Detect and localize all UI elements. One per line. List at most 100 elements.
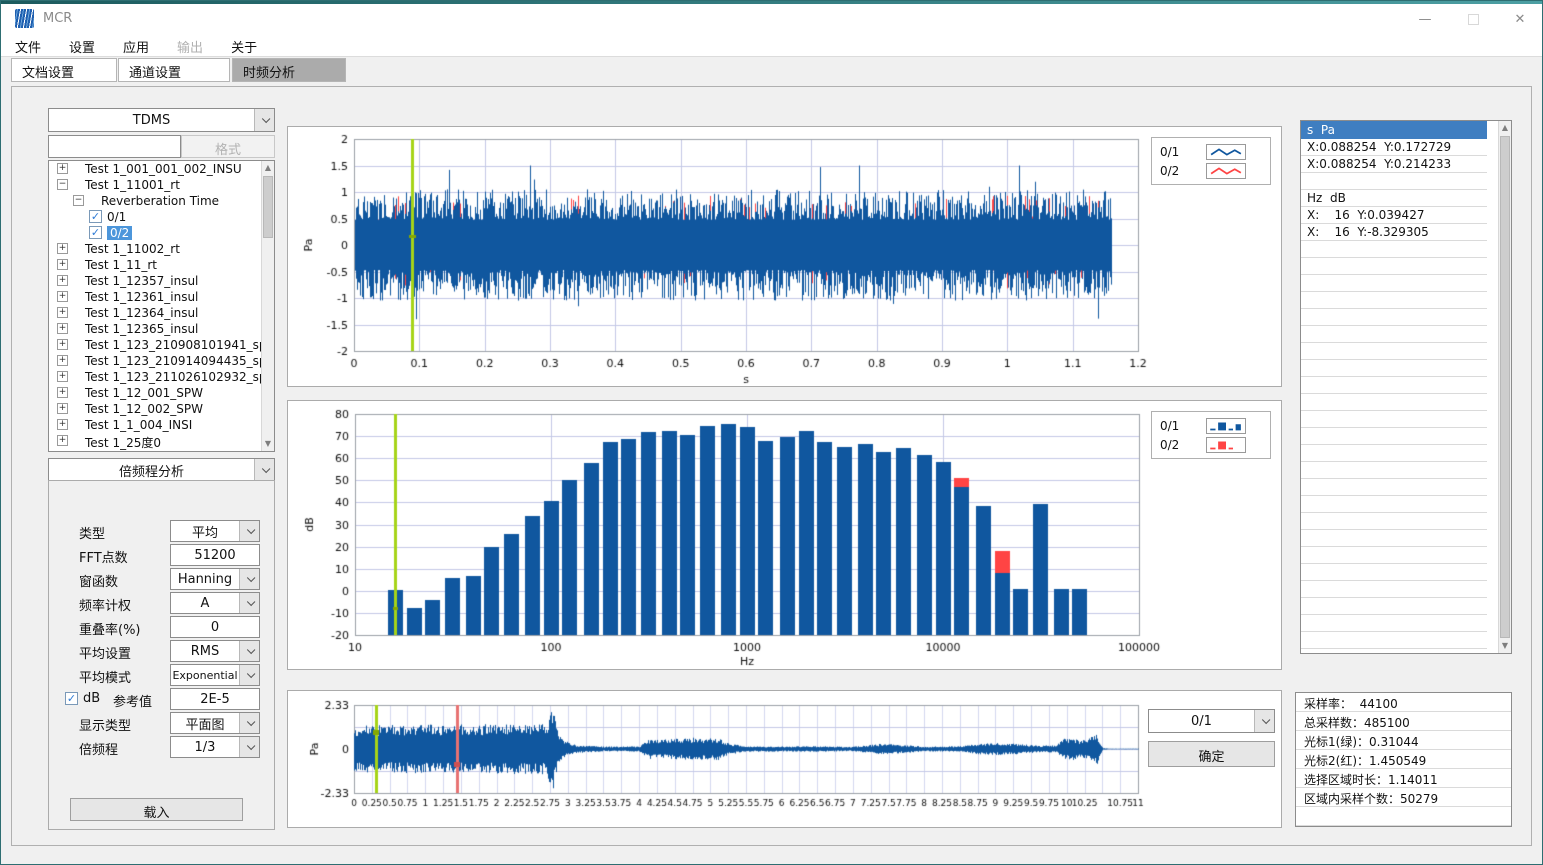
tab-3[interactable]: 时频分析 — [232, 58, 346, 82]
channel-checkbox[interactable]: ✓ — [89, 226, 102, 239]
tree-item-label[interactable]: Test 1_12364_insul — [85, 306, 198, 320]
menu-item-3[interactable]: 应用 — [109, 34, 163, 59]
form-combo-6[interactable]: RMS — [170, 640, 260, 662]
legend-row[interactable]: 0/2 — [1160, 161, 1262, 180]
menu-item-5[interactable]: 关于 — [217, 34, 271, 59]
tree-item-label[interactable]: Test 1_25度0 — [85, 434, 161, 451]
tree-item-label[interactable]: Test 1_1_004_INSI — [85, 418, 192, 432]
tree-item-label[interactable]: 0/2 — [107, 226, 132, 240]
tree-item-label[interactable]: Test 1_11002_rt — [85, 242, 180, 256]
tree-item[interactable]: + Test 1_11_rt — [49, 257, 274, 273]
tree-item-label[interactable]: Test 1_12361_insul — [85, 290, 198, 304]
expand-icon[interactable]: + — [57, 275, 68, 286]
octave-spectrum-plot[interactable] — [288, 401, 1281, 669]
file-format-combo[interactable]: TDMS — [48, 108, 275, 132]
form-combo-4[interactable]: A — [170, 592, 260, 614]
confirm-button[interactable]: 确定 — [1148, 741, 1275, 767]
tree-item-label[interactable]: 0/1 — [107, 210, 126, 224]
tree-item[interactable]: + Test 1_12_002_SPW — [49, 401, 274, 417]
channel-checkbox[interactable]: ✓ — [89, 210, 102, 223]
tree-scrollbar[interactable]: ▲ ▼ — [261, 161, 274, 451]
tree-item-label[interactable]: Test 1_12_002_SPW — [85, 402, 203, 416]
tree-item[interactable]: + Test 1_12357_insul — [49, 273, 274, 289]
title-bar[interactable]: MCR — ✕ — [1, 4, 1542, 34]
scroll-up-icon[interactable]: ▲ — [262, 161, 274, 175]
menu-item-2[interactable]: 设置 — [55, 34, 109, 59]
scroll-up-icon[interactable]: ▲ — [1499, 121, 1511, 135]
expand-icon[interactable]: + — [57, 419, 68, 430]
collapse-icon[interactable]: − — [73, 195, 84, 206]
tree-item-label[interactable]: Test 1_001_001_002_INSU — [85, 162, 242, 176]
legend-row[interactable]: 0/1 — [1160, 142, 1262, 161]
tree-item[interactable]: + Test 1_001_001_002_INSU — [49, 161, 274, 177]
maximize-button[interactable] — [1456, 6, 1490, 34]
tree-item[interactable]: − Reverberation Time — [49, 193, 274, 209]
tree-item[interactable]: ✓ 0/2 — [49, 225, 274, 241]
tree-item[interactable]: + Test 1_1_004_INSI — [49, 417, 274, 433]
tree-item-label[interactable]: Reverberation Time — [101, 194, 219, 208]
expand-icon[interactable]: + — [57, 323, 68, 334]
form-input-5[interactable] — [170, 616, 260, 638]
readout-scrollbar[interactable]: ▲ ▼ — [1498, 121, 1511, 653]
tree-item-label[interactable]: Test 1_12365_insul — [85, 322, 198, 336]
form-combo-7[interactable]: Exponential — [170, 664, 260, 686]
minimize-button[interactable]: — — [1408, 6, 1442, 34]
menu-item-1[interactable]: 文件 — [1, 34, 55, 59]
tree-item[interactable]: + Test 1_11002_rt — [49, 241, 274, 257]
form-combo-1[interactable]: 平均 — [170, 520, 260, 542]
tree-item-label[interactable]: Test 1_123_210914094435_spw — [85, 354, 275, 368]
expand-icon[interactable]: + — [57, 355, 68, 366]
tree-item[interactable]: + Test 1_12364_insul — [49, 305, 274, 321]
db-checkbox[interactable]: ✓ — [65, 692, 78, 705]
expand-icon[interactable]: + — [57, 259, 68, 270]
expand-icon[interactable]: + — [57, 291, 68, 302]
load-button[interactable]: 载入 — [70, 798, 243, 821]
expand-icon[interactable]: + — [57, 163, 68, 174]
tree-item[interactable]: − Test 1_11001_rt — [49, 177, 274, 193]
expand-icon[interactable]: + — [57, 307, 68, 318]
expand-icon[interactable]: + — [57, 403, 68, 414]
full-waveform-plot[interactable] — [288, 691, 1281, 827]
analysis-type-combo[interactable]: 倍频程分析 — [48, 458, 275, 482]
tree-item[interactable]: + Test 1_12361_insul — [49, 289, 274, 305]
expand-icon[interactable]: + — [57, 339, 68, 350]
close-button[interactable]: ✕ — [1503, 6, 1537, 34]
legend-row[interactable]: 0/2 — [1160, 435, 1262, 454]
tree-item[interactable]: ✓ 0/1 — [49, 209, 274, 225]
form-combo-3[interactable]: Hanning — [170, 568, 260, 590]
form-combo-9[interactable]: 平面图 — [170, 712, 260, 734]
format-button[interactable]: 格式 — [181, 135, 275, 158]
expand-icon[interactable]: + — [57, 243, 68, 254]
tab-2[interactable]: 通道设置 — [118, 58, 230, 82]
expand-icon[interactable]: + — [57, 435, 68, 446]
scroll-down-icon[interactable]: ▼ — [262, 437, 274, 451]
tree-item[interactable]: + Test 1_25度0 — [49, 433, 274, 449]
form-input-8[interactable] — [170, 688, 260, 710]
form-combo-10[interactable]: 1/3 — [170, 736, 260, 758]
filter-input[interactable] — [48, 135, 181, 158]
readout-row — [1301, 241, 1487, 258]
tree-item-label[interactable]: Test 1_12357_insul — [85, 274, 198, 288]
tab-1[interactable]: 文档设置 — [11, 58, 117, 82]
tree-scrollbar-thumb[interactable] — [263, 176, 273, 238]
tree-item[interactable]: + Test 1_123_210914094435_spw — [49, 353, 274, 369]
tree-item[interactable]: + Test 1_123_210908101941_spw — [49, 337, 274, 353]
form-input-2[interactable] — [170, 544, 260, 566]
expand-icon[interactable]: + — [57, 371, 68, 382]
tree-item[interactable]: + Test 1_12365_insul — [49, 321, 274, 337]
expand-icon[interactable]: + — [57, 387, 68, 398]
tree-item[interactable]: + Test 1_12_001_SPW — [49, 385, 274, 401]
tree-item-label[interactable]: Test 1_123_210908101941_spw — [85, 338, 275, 352]
file-tree[interactable]: +Test 1_001_001_002_INSU−Test 1_11001_rt… — [48, 160, 275, 452]
scroll-down-icon[interactable]: ▼ — [1499, 639, 1511, 653]
tree-item-label[interactable]: Test 1_11001_rt — [85, 178, 180, 192]
tree-item[interactable]: + Test 1_123_211026102932_spw — [49, 369, 274, 385]
tree-item-label[interactable]: Test 1_12_001_SPW — [85, 386, 203, 400]
channel-select-combo[interactable]: 0/1 — [1148, 709, 1275, 733]
readout-scrollbar-thumb[interactable] — [1500, 136, 1510, 638]
legend-row[interactable]: 0/1 — [1160, 416, 1262, 435]
tree-item-label[interactable]: Test 1_11_rt — [85, 258, 157, 272]
tree-item-label[interactable]: Test 1_123_211026102932_spw — [85, 370, 275, 384]
time-waveform-plot[interactable] — [288, 127, 1281, 386]
collapse-icon[interactable]: − — [57, 179, 68, 190]
